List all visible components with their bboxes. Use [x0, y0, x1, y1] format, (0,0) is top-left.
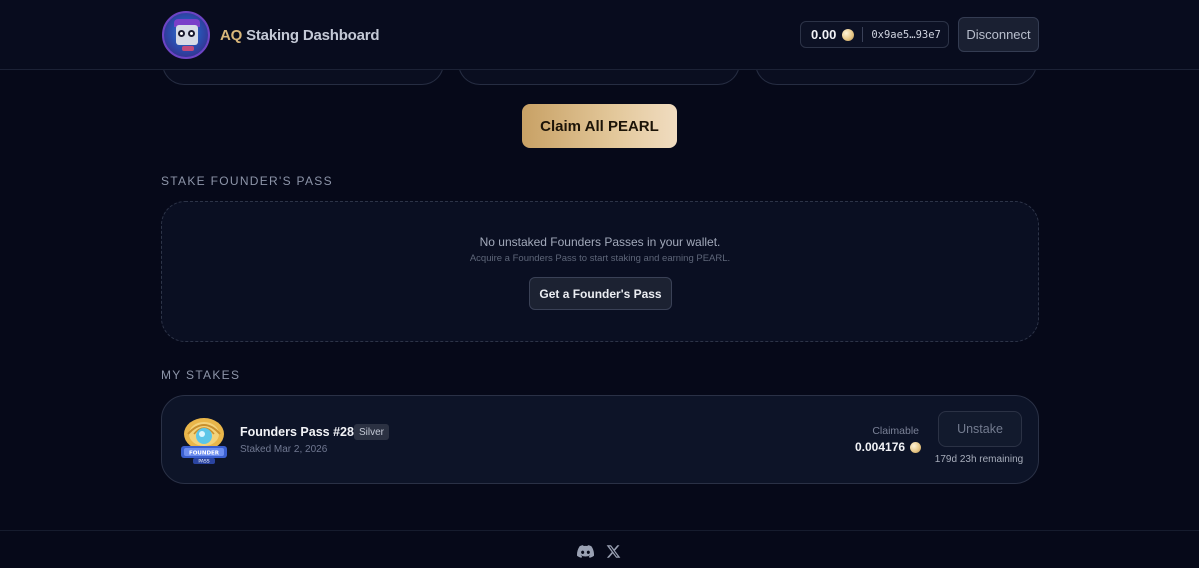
svg-text:FOUNDER: FOUNDER [189, 451, 220, 457]
disconnect-button[interactable]: Disconnect [958, 17, 1039, 52]
avatar [162, 11, 210, 59]
get-founders-pass-button[interactable]: Get a Founder's Pass [529, 277, 672, 310]
stake-empty-state: No unstaked Founders Passes in your wall… [161, 201, 1039, 342]
top-header: AQ Staking Dashboard 0.00 0x9ae5…93e7 Di… [0, 0, 1199, 70]
brand-name: Staking Dashboard [242, 26, 380, 44]
pearl-icon [910, 441, 922, 453]
founders-pass-image: FOUNDER PASS [181, 418, 227, 465]
brand-title: AQ Staking Dashboard [220, 26, 380, 44]
pass-name: Founders Pass #282 [240, 425, 361, 439]
brand-prefix: AQ [220, 26, 243, 44]
empty-state-title: No unstaked Founders Passes in your wall… [479, 235, 721, 249]
svg-text:PASS: PASS [198, 459, 209, 465]
pearl-icon [842, 28, 855, 41]
brand[interactable]: AQ Staking Dashboard [162, 11, 380, 59]
x-icon[interactable] [606, 544, 621, 559]
my-stakes-title: MY STAKES [161, 368, 241, 382]
stake-card: FOUNDER PASS Founders Pass #282 Silver S… [161, 395, 1039, 484]
pill-divider [862, 27, 864, 42]
claimable-amount: 0.004176 [855, 440, 922, 454]
claim-all-button[interactable]: Claim All PEARL [522, 104, 677, 148]
tier-badge: Silver [354, 424, 390, 440]
footer [0, 530, 1199, 568]
empty-state-subtitle: Acquire a Founders Pass to start staking… [469, 253, 731, 264]
time-remaining: 179d 23h remaining [934, 454, 1024, 465]
discord-icon[interactable] [577, 545, 594, 558]
claimable-value: 0.004176 [855, 440, 906, 454]
wallet-address: 0x9ae5…93e7 [871, 28, 941, 41]
wallet-balance-pill[interactable]: 0.00 0x9ae5…93e7 [800, 21, 949, 48]
page: AQ Staking Dashboard 0.00 0x9ae5…93e7 Di… [0, 0, 1199, 568]
pearl-balance: 0.00 [811, 27, 837, 42]
stake-section-title: STAKE FOUNDER'S PASS [161, 174, 333, 188]
unstake-button[interactable]: Unstake [938, 411, 1022, 447]
staked-date: Staked Mar 2, 2026 [240, 444, 328, 455]
claimable-label: Claimable [872, 425, 919, 437]
